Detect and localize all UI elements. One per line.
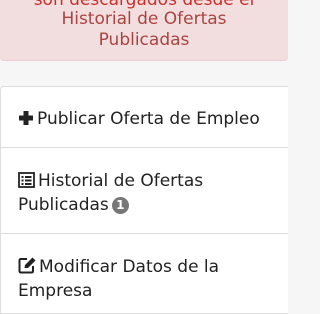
menu-item-publicar-oferta[interactable]: Publicar Oferta de Empleo — [0, 86, 288, 148]
menu-item-label: Historial de Ofertas Publicadas 1 — [18, 171, 204, 215]
menu-item-modificar-datos[interactable]: Modificar Datos de la Empresa — [0, 234, 288, 314]
list-icon — [18, 172, 35, 194]
info-alert: son descargados desde el Historial de Of… — [0, 0, 288, 61]
menu-item-historial-ofertas[interactable]: Historial de Ofertas Publicadas 1 — [0, 148, 288, 234]
count-badge: 1 — [111, 197, 129, 214]
alert-text-line-3: Publicadas — [98, 30, 190, 50]
menu-item-label: Modificar Datos de la Empresa — [18, 257, 220, 301]
plus-icon — [18, 110, 34, 132]
edit-icon — [18, 257, 36, 280]
menu-item-label: Publicar Oferta de Empleo — [18, 108, 260, 132]
alert-text-line-2: Historial de Ofertas — [61, 9, 227, 29]
